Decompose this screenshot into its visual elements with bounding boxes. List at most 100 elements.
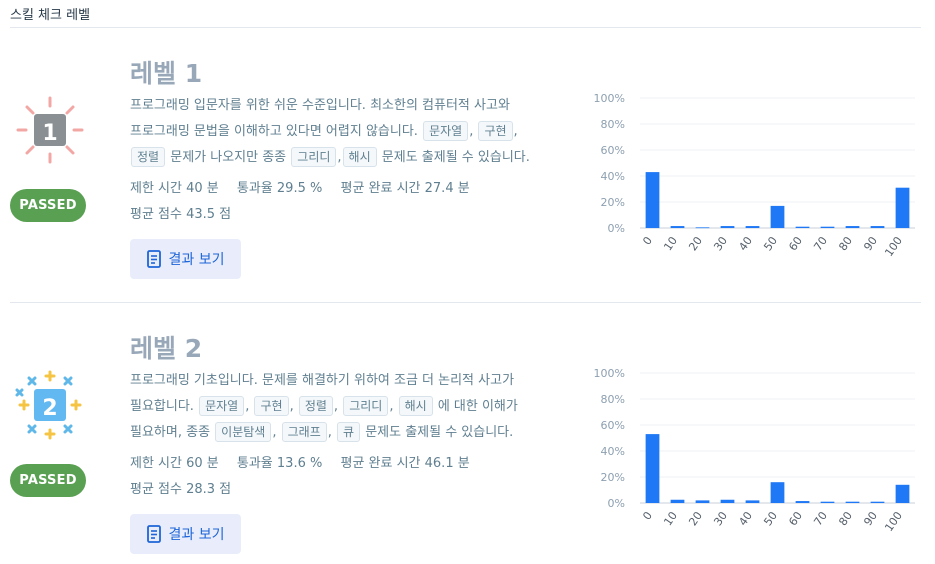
x-tick-label: 10 [661,234,680,253]
level-description: 프로그래밍 입문자를 위한 쉬운 수준입니다. 최소한의 컴퓨터적 사고와 프로… [130,98,530,167]
chart-bar [845,501,860,503]
level-section-2: 2 PASSED 레벨 2 프로그래밍 기초입니다. 문제를 해결하기 위하여 … [0,303,935,564]
chart-bar [720,226,735,228]
y-tick-label: 40% [601,445,625,458]
y-tick-label: 100% [594,92,625,105]
x-tick-label: 40 [736,234,755,253]
x-tick-label: 80 [836,234,855,253]
tag: 이분탐색 [215,422,272,442]
chart-bar [870,226,885,228]
tag: 문자열 [423,121,469,141]
chart-bar [770,205,785,228]
tag: 정렬 [131,147,166,167]
x-tick-label: 0 [640,509,655,522]
chart-bar [845,226,860,228]
x-tick-label: 80 [836,509,855,528]
level-description: 프로그래밍 기초입니다. 문제를 해결하기 위하여 조금 더 논리적 사고가 필… [130,373,518,442]
x-tick-label: 100 [882,509,905,534]
chart-bar [770,482,785,503]
y-tick-label: 0% [608,497,625,510]
score-distribution-chart: 0% 20% 40% 60% 80% 100% 0 10 20 30 40 50 60 70 80 90 100 [594,92,915,259]
score-distribution-chart: 0% 20% 40% 60% 80% 100% 0 10 20 30 40 50 60 70 80 90 100 [594,367,915,534]
x-tick-label: 70 [811,509,830,528]
avg-time: 평균 완료 시간 27.4 분 [340,181,470,196]
badge-number: 2 [42,396,57,421]
chart-bar [895,484,910,503]
y-tick-label: 60% [601,419,625,432]
level-section-1: 1 PASSED 레벨 1 프로그래밍 입문자를 위한 쉬운 수준입니다. 최소… [0,28,935,303]
level-1-badge-icon: 1 [16,96,84,164]
page-title: 스킬 체크 레벨 [10,8,91,23]
x-tick-label: 60 [786,234,805,253]
view-result-button[interactable]: 결과 보기 [130,514,241,554]
tag: 그리디 [291,147,337,167]
chart-bar [670,499,685,503]
chart-bar [645,172,660,228]
x-tick-label: 50 [761,234,780,253]
x-tick-label: 20 [686,234,705,253]
y-tick-label: 60% [601,144,625,157]
view-result-label: 결과 보기 [168,527,225,543]
tag: 구현 [254,396,289,416]
x-tick-label: 30 [711,234,730,253]
chart-bar [695,227,710,229]
passed-badge: PASSED [10,464,86,497]
level-2-badge-icon: 2 [15,370,82,440]
y-tick-label: 40% [601,170,625,183]
x-tick-label: 0 [640,234,655,247]
pass-rate: 통과율 13.6 % [236,456,323,471]
x-tick-label: 40 [736,509,755,528]
chart-bar [820,501,835,503]
level-stats: 제한 시간 60 분 통과율 13.6 % 평균 완료 시간 46.1 분 [130,451,484,477]
time-limit: 제한 시간 40 분 [130,181,219,196]
time-limit: 제한 시간 60 분 [130,456,219,471]
y-tick-label: 20% [601,471,625,484]
x-tick-label: 10 [661,509,680,528]
tag: 해시 [342,147,377,167]
chart-bar [745,226,760,228]
avg-score: 평균 점수 28.3 점 [130,482,232,497]
tag: 구현 [478,121,513,141]
chart-bar [720,499,735,503]
tag: 큐 [337,422,361,442]
badge-number: 1 [42,121,57,146]
chart-bar [795,501,810,503]
x-tick-label: 70 [811,234,830,253]
chart-bar [820,226,835,228]
avg-time: 평균 완료 시간 46.1 분 [340,456,470,471]
chart-bar [745,500,760,503]
y-tick-label: 0% [608,222,625,235]
y-tick-label: 80% [601,118,625,131]
x-tick-label: 30 [711,509,730,528]
y-tick-label: 100% [594,367,625,380]
tag: 정렬 [298,396,333,416]
document-icon [146,250,161,268]
x-tick-label: 90 [861,509,880,528]
chart-bar [795,226,810,228]
pass-rate: 통과율 29.5 % [236,181,323,196]
view-result-button[interactable]: 결과 보기 [130,239,241,279]
passed-badge: PASSED [10,189,86,222]
avg-score: 평균 점수 43.5 점 [130,207,232,222]
x-tick-label: 100 [882,234,905,259]
x-tick-label: 60 [786,509,805,528]
chart-bar [870,501,885,503]
tag: 그리디 [343,396,389,416]
chart-bar [645,434,660,503]
tag: 문자열 [199,396,245,416]
level-title: 레벨 2 [130,334,203,363]
x-tick-label: 90 [861,234,880,253]
level-stats: 제한 시간 40 분 통과율 29.5 % 평균 완료 시간 27.4 분 [130,176,484,202]
level-title: 레벨 1 [130,59,203,88]
chart-bar [670,226,685,228]
y-tick-label: 20% [601,196,625,209]
y-tick-label: 80% [601,393,625,406]
document-icon [146,525,161,543]
chart-bar [695,500,710,503]
x-tick-label: 50 [761,509,780,528]
x-tick-label: 20 [686,509,705,528]
view-result-label: 결과 보기 [168,252,225,268]
tag: 그래프 [281,422,327,442]
chart-bar [895,187,910,228]
tag: 해시 [398,396,433,416]
